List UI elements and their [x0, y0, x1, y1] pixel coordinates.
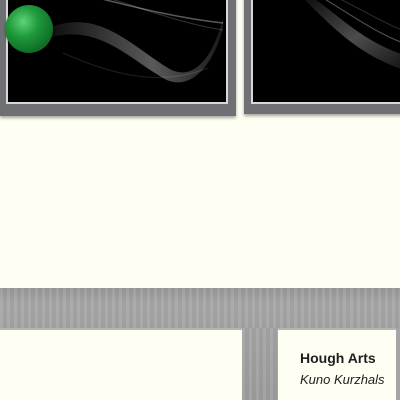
gallery-floor-gap	[242, 328, 278, 400]
artwork-title: Hough Arts	[300, 350, 376, 366]
artwork-artist: Kuno Kurzhals	[300, 372, 385, 387]
gallery-floor-edge	[396, 328, 400, 400]
artwork-label-panel: Hough Arts Kuno Kurzhals	[278, 328, 396, 400]
artwork-image-right	[305, 0, 400, 69]
artwork-frame-right[interactable]	[244, 0, 400, 114]
green-sphere-marker-icon[interactable]	[5, 5, 53, 53]
gallery-floor	[0, 288, 400, 330]
gallery-3d-view[interactable]: Hough Arts Kuno Kurzhals	[0, 0, 400, 400]
wall-panel-left	[0, 328, 242, 400]
artwork-canvas-right[interactable]	[251, 0, 400, 104]
